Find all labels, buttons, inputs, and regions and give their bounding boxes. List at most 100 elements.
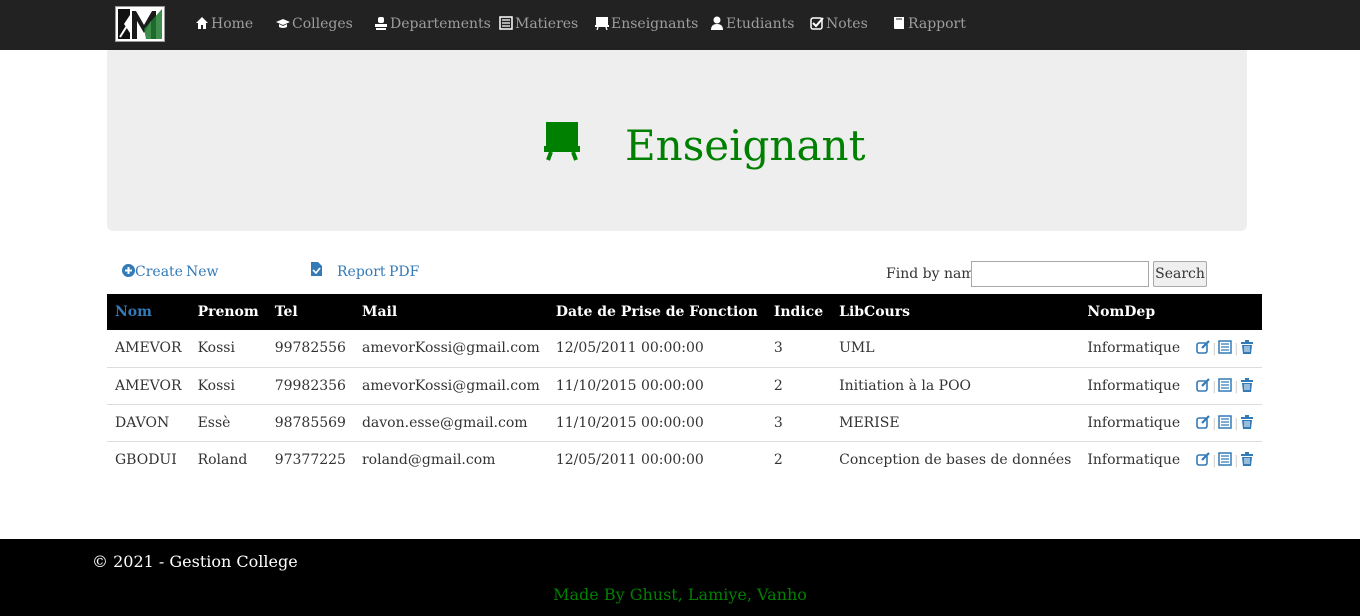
- nav-departements-label: Departements: [390, 16, 491, 32]
- cell-prenom: Essè: [189, 403, 267, 441]
- nav-home[interactable]: Home: [195, 14, 253, 34]
- search-button[interactable]: Search: [1153, 261, 1207, 287]
- teachers-table: Nom Prenom Tel Mail Date de Prise de Fon…: [107, 294, 1263, 478]
- nav-enseignants[interactable]: Enseignants: [595, 14, 698, 34]
- action-separator: |: [1212, 452, 1217, 467]
- cell-nomdep: Informatique: [1079, 440, 1189, 478]
- delete-icon[interactable]: [1240, 340, 1254, 355]
- nav-departements[interactable]: Departements: [374, 14, 491, 34]
- copyright-text: © 2021 - Gestion College: [92, 552, 298, 571]
- nav-etudiants[interactable]: Etudiants: [710, 14, 794, 34]
- cell-nomdep: Informatique: [1087, 340, 1181, 357]
- table-header-row: Nom Prenom Tel Mail Date de Prise de Fon…: [107, 294, 1263, 330]
- cell-prenom: Kossi: [197, 340, 235, 357]
- nav-notes-label: Notes: [826, 16, 868, 32]
- user-icon: [710, 16, 724, 30]
- table-row: GBODUI Roland 97377225 roland@gmail.com 12/0…: [107, 440, 1263, 478]
- table-row: DAVON Essè 98785569 davon.esse@gmail.com 11/…: [107, 403, 1263, 441]
- create-button[interactable]: Create: [122, 263, 183, 281]
- cell-mail: davon.esse@gmail.com: [353, 403, 548, 441]
- cell-nom: AMEVOR: [115, 340, 182, 357]
- cell-prenom: Roland: [189, 440, 267, 478]
- details-icon[interactable]: [1218, 452, 1232, 466]
- list-alt-icon: [499, 16, 513, 30]
- cell-actions: | |: [1188, 403, 1263, 441]
- report-icon[interactable]: [310, 261, 323, 282]
- column-header-nomdep: NomDep: [1079, 294, 1189, 330]
- action-separator: |: [1234, 415, 1239, 430]
- nav-enseignants-label: Enseignants: [611, 16, 699, 32]
- action-separator: |: [1212, 341, 1217, 356]
- nav-rapport[interactable]: Rapport: [892, 14, 966, 34]
- column-header-prenom: Prenom: [189, 294, 267, 330]
- nav-matieres[interactable]: Matieres: [499, 14, 578, 34]
- delete-icon[interactable]: [1240, 414, 1254, 429]
- cell-nomdep: Informatique: [1079, 403, 1189, 441]
- cell-date: 12/05/2011 00:00:00: [547, 440, 766, 478]
- delete-icon[interactable]: [1240, 451, 1254, 466]
- cell-prenom: Kossi: [189, 366, 267, 404]
- nav-colleges-label: Colleges: [292, 16, 353, 32]
- action-separator: |: [1234, 378, 1239, 393]
- action-separator: |: [1212, 378, 1217, 393]
- edit-icon[interactable]: [1196, 377, 1210, 392]
- column-header-libcours: LibCours: [831, 294, 1080, 330]
- graduation-cap-icon: [276, 16, 290, 30]
- cell-indice: 2: [765, 366, 832, 404]
- nav-etudiants-label: Etudiants: [726, 16, 795, 32]
- blackboard-icon: [544, 120, 584, 162]
- cell-tel: 97377225: [266, 440, 354, 478]
- cell-actions: | |: [1188, 440, 1263, 478]
- edit-icon[interactable]: [1196, 451, 1210, 466]
- brand-logo[interactable]: [115, 6, 165, 42]
- column-header-nom[interactable]: Nom: [107, 294, 190, 330]
- action-separator: |: [1234, 452, 1239, 467]
- action-separator: |: [1212, 415, 1217, 430]
- cell-nom: AMEVOR: [107, 366, 190, 404]
- cell-date: 12/05/2011 00:00:00: [555, 340, 704, 357]
- book-icon: [892, 16, 906, 30]
- cell-mail: amevorKossi@gmail.com: [353, 366, 548, 404]
- cell-actions: | |: [1188, 366, 1263, 404]
- footer: © 2021 - Gestion College Made By Ghust, …: [0, 539, 1360, 616]
- cell-nom: DAVON: [107, 403, 190, 441]
- cell-tel: 99782556: [274, 340, 346, 357]
- page-header: Enseignant: [107, 50, 1247, 231]
- report-link[interactable]: Report: [337, 263, 386, 281]
- nav-notes[interactable]: Notes: [810, 14, 868, 34]
- nav-home-label: Home: [211, 16, 254, 32]
- details-icon[interactable]: [1218, 414, 1232, 429]
- credits-text: Made By Ghust, Lamiye, Vanho: [553, 585, 807, 604]
- cell-indice: 3: [765, 403, 832, 441]
- stamp-icon: [374, 16, 388, 30]
- blackboard-icon: [595, 16, 609, 30]
- cell-libcours: UML: [839, 340, 875, 357]
- column-header-tel: Tel: [266, 294, 354, 330]
- check-icon: [810, 16, 824, 30]
- find-by-name-input[interactable]: [971, 261, 1149, 287]
- details-icon[interactable]: [1218, 377, 1232, 392]
- navbar: Home Colleges Departements Matieres Ense…: [0, 0, 1360, 50]
- column-header-mail: Mail: [353, 294, 548, 330]
- cell-mail: amevorKossi@gmail.com: [361, 340, 540, 357]
- cell-indice: 3: [773, 340, 783, 357]
- nav-colleges[interactable]: Colleges: [276, 14, 353, 34]
- create-label: Create: [135, 264, 183, 280]
- cell-libcours: MERISE: [831, 403, 1080, 441]
- column-header-date: Date de Prise de Fonction: [547, 294, 766, 330]
- cell-mail: roland@gmail.com: [353, 440, 548, 478]
- edit-icon[interactable]: [1196, 414, 1210, 429]
- new-link[interactable]: New: [186, 263, 219, 281]
- cell-date: 11/10/2015 00:00:00: [547, 366, 766, 404]
- details-icon[interactable]: [1218, 340, 1232, 354]
- nav-matieres-label: Matieres: [515, 16, 579, 32]
- table-row: AMEVOR Kossi 99782556 amevorKossi@gmail.com…: [107, 330, 1262, 367]
- plus-circle-icon: [122, 264, 135, 277]
- cell-date: 11/10/2015 00:00:00: [547, 403, 766, 441]
- cell-libcours: Initiation à la POO: [831, 366, 1080, 404]
- table-row: AMEVOR Kossi 79982356 amevorKossi@gmail.com…: [107, 366, 1263, 404]
- edit-icon[interactable]: [1196, 340, 1210, 355]
- delete-icon[interactable]: [1240, 377, 1254, 392]
- pdf-link[interactable]: PDF: [389, 263, 419, 281]
- cell-nom: GBODUI: [107, 440, 190, 478]
